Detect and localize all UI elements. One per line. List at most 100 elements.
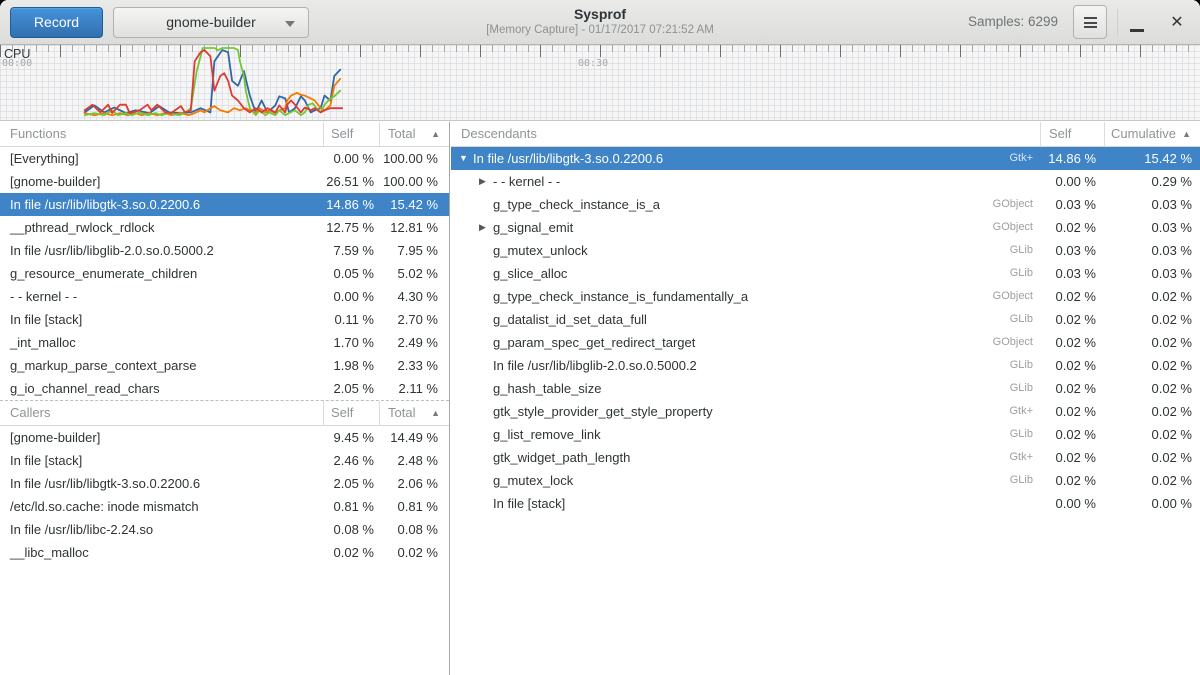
descendant-name-cell: ▶- - kernel - - [451,170,1040,193]
descendants-row[interactable]: g_type_check_instance_is_aGObject0.03 %0… [451,193,1200,216]
function-name: - - kernel - - [0,285,323,308]
functions-row[interactable]: __pthread_rwlock_rdlock12.75 %12.81 % [0,216,449,239]
self-percent: 0.02 % [1040,400,1104,423]
functions-self-column-header[interactable]: Self [323,122,379,146]
functions-column-header[interactable]: Functions [0,122,323,146]
library-badge: GLib [1010,469,1040,492]
library-badge: GLib [1010,308,1040,331]
expander-collapsed-icon[interactable]: ▶ [479,170,493,193]
function-name: In file /usr/lib/libgtk-3.so.0.2200.6 [0,472,323,495]
descendants-row[interactable]: g_list_remove_linkGLib0.02 %0.02 % [451,423,1200,446]
function-name: _int_malloc [0,331,323,354]
self-percent: 0.02 % [1040,377,1104,400]
self-percent: 0.00 % [323,147,379,170]
cumulative-percent: 0.02 % [1104,469,1200,492]
callers-row[interactable]: [gnome-builder]9.45 %14.49 % [0,426,449,449]
functions-row[interactable]: In file [stack]0.11 %2.70 % [0,308,449,331]
functions-row[interactable]: [Everything]0.00 %100.00 % [0,147,449,170]
functions-row[interactable]: [gnome-builder]26.51 %100.00 % [0,170,449,193]
cpu-lines-chart [0,45,1200,121]
descendant-name: In file /usr/lib/libglib-2.0.so.0.5000.2 [493,354,697,377]
self-percent: 0.03 % [1040,239,1104,262]
descendant-name: g_type_check_instance_is_a [493,193,660,216]
function-name: In file /usr/lib/libgtk-3.so.0.2200.6 [0,193,323,216]
expander-collapsed-icon[interactable]: ▶ [479,216,493,239]
self-percent: 2.05 % [323,472,379,495]
descendants-row[interactable]: In file /usr/lib/libglib-2.0.so.0.5000.2… [451,354,1200,377]
descendant-name-cell: In file /usr/lib/libglib-2.0.so.0.5000.2… [451,354,1040,377]
descendants-self-column-header[interactable]: Self [1040,122,1104,146]
functions-row[interactable]: In file /usr/lib/libgtk-3.so.0.2200.614.… [0,193,449,216]
callers-column-header[interactable]: Callers [0,401,323,425]
self-percent: 26.51 % [323,170,379,193]
minimize-button[interactable] [1124,4,1150,40]
cumulative-percent: 0.03 % [1104,239,1200,262]
descendants-row[interactable]: g_mutex_unlockGLib0.03 %0.03 % [451,239,1200,262]
self-percent: 1.98 % [323,354,379,377]
functions-row[interactable]: _int_malloc1.70 %2.49 % [0,331,449,354]
menu-button[interactable] [1073,5,1107,39]
expander-spacer [479,469,493,492]
functions-total-column-header[interactable]: Total ▲ [379,122,449,146]
library-badge: Gtk+ [1009,147,1040,170]
descendants-row[interactable]: In file [stack]0.00 %0.00 % [451,492,1200,515]
descendant-name-cell: In file [stack] [451,492,1040,515]
self-percent: 0.11 % [323,308,379,331]
cumulative-percent: 0.02 % [1104,400,1200,423]
descendant-name: g_hash_table_size [493,377,601,400]
descendants-row[interactable]: ▶g_signal_emitGObject0.02 %0.03 % [451,216,1200,239]
cpu-blue-line [85,50,341,113]
total-percent: 2.33 % [379,354,449,377]
cumulative-percent: 0.29 % [1104,170,1200,193]
descendants-row[interactable]: g_datalist_id_set_data_fullGLib0.02 %0.0… [451,308,1200,331]
callers-total-column-header[interactable]: Total ▲ [379,401,449,425]
functions-row[interactable]: - - kernel - -0.00 %4.30 % [0,285,449,308]
callers-row[interactable]: __libc_malloc0.02 %0.02 % [0,541,449,564]
cpu-timeline-graph[interactable]: CPU 00:00 00:30 [0,45,1200,121]
minimize-icon [1130,29,1144,32]
expander-spacer [479,285,493,308]
descendant-name: g_param_spec_get_redirect_target [493,331,695,354]
sort-arrow-icon: ▲ [431,401,440,425]
self-percent: 0.02 % [1040,354,1104,377]
record-button[interactable]: Record [10,7,103,38]
descendants-row[interactable]: ▼In file /usr/lib/libgtk-3.so.0.2200.6Gt… [451,147,1200,170]
library-badge: GLib [1010,239,1040,262]
descendants-row[interactable]: g_param_spec_get_redirect_targetGObject0… [451,331,1200,354]
callers-row[interactable]: In file [stack]2.46 %2.48 % [0,449,449,472]
expander-expanded-icon[interactable]: ▼ [459,147,473,170]
callers-self-column-header[interactable]: Self [323,401,379,425]
functions-row[interactable]: g_io_channel_read_chars2.05 %2.11 % [0,377,449,400]
cumulative-percent: 0.02 % [1104,423,1200,446]
self-percent: 0.02 % [1040,216,1104,239]
callers-row[interactable]: In file /usr/lib/libgtk-3.so.0.2200.62.0… [0,472,449,495]
function-name: In file /usr/lib/libglib-2.0.so.0.5000.2 [0,239,323,262]
capture-subtitle: [Memory Capture] - 01/17/2017 07:21:52 A… [350,23,850,37]
close-button[interactable]: ✕ [1162,4,1192,40]
functions-row[interactable]: In file /usr/lib/libglib-2.0.so.0.5000.2… [0,239,449,262]
descendants-row[interactable]: gtk_widget_path_lengthGtk+0.02 %0.02 % [451,446,1200,469]
descendants-row[interactable]: g_slice_allocGLib0.03 %0.03 % [451,262,1200,285]
descendants-row[interactable]: ▶- - kernel - -0.00 %0.29 % [451,170,1200,193]
function-name: g_resource_enumerate_children [0,262,323,285]
descendants-row[interactable]: g_mutex_lockGLib0.02 %0.02 % [451,469,1200,492]
library-badge: GObject [993,193,1040,216]
descendants-row[interactable]: g_type_check_instance_is_fundamentally_a… [451,285,1200,308]
expander-spacer [479,331,493,354]
descendants-cumulative-column-header[interactable]: Cumulative ▲ [1104,122,1200,146]
functions-header-row: Functions Self Total ▲ [0,122,449,147]
cpu-red-line [85,50,343,113]
callers-row[interactable]: In file /usr/lib/libc-2.24.so0.08 %0.08 … [0,518,449,541]
descendants-column-header[interactable]: Descendants [451,122,1040,146]
descendant-name: g_datalist_id_set_data_full [493,308,647,331]
functions-row[interactable]: g_markup_parse_context_parse1.98 %2.33 % [0,354,449,377]
total-percent: 2.49 % [379,331,449,354]
callers-row[interactable]: /etc/ld.so.cache: inode mismatch0.81 %0.… [0,495,449,518]
descendants-row[interactable]: gtk_style_provider_get_style_propertyGtk… [451,400,1200,423]
process-selector-dropdown[interactable]: gnome-builder [113,7,309,38]
functions-row[interactable]: g_resource_enumerate_children0.05 %5.02 … [0,262,449,285]
descendant-name-cell: g_hash_table_sizeGLib [451,377,1040,400]
descendants-row[interactable]: g_hash_table_sizeGLib0.02 %0.02 % [451,377,1200,400]
close-icon: ✕ [1170,14,1183,31]
expander-spacer [479,423,493,446]
